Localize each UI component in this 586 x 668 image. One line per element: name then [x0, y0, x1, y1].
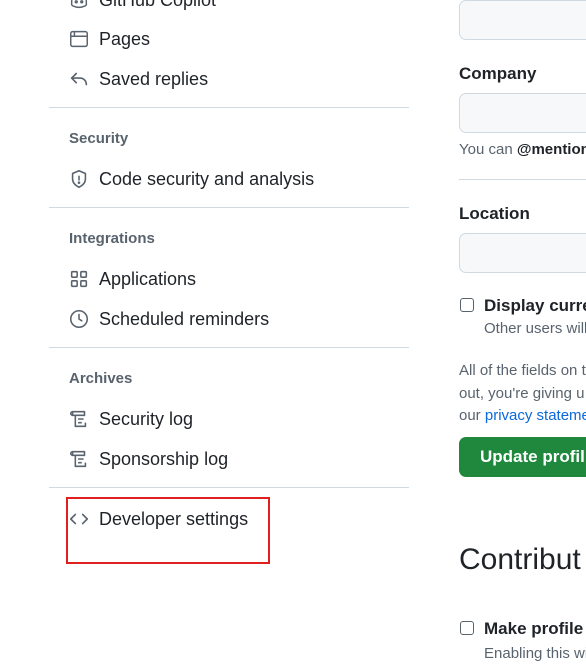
browser-icon [67, 27, 91, 51]
contributions-heading: Contribut [459, 543, 581, 576]
company-note: You can @mention [459, 141, 586, 158]
reply-icon [67, 67, 91, 91]
sidebar-item-label: Applications [99, 268, 197, 289]
sidebar-item-copilot[interactable]: GitHub Copilot [49, 0, 409, 18]
sidebar-item-label: GitHub Copilot [99, 0, 216, 11]
sidebar-divider [49, 207, 409, 208]
company-label: Company [459, 64, 537, 83]
privacy-statement-link[interactable]: privacy stateme [485, 407, 586, 424]
make-profile-private-checkbox[interactable] [460, 621, 474, 635]
settings-sidebar: GitHub Copilot Pages Saved replies Secur… [49, 0, 409, 668]
update-profile-button[interactable]: Update profil [459, 437, 586, 477]
copilot-icon [67, 0, 91, 12]
sidebar-item-code-security[interactable]: Code security and analysis [49, 161, 409, 197]
sidebar-divider [49, 107, 409, 108]
sidebar-item-pages[interactable]: Pages [49, 21, 409, 57]
display-time-label: Display curre [484, 296, 586, 315]
sidebar-item-label: Security log [99, 408, 194, 429]
display-time-checkbox[interactable] [460, 298, 474, 312]
sidebar-item-label: Sponsorship log [99, 448, 229, 469]
privacy-paragraph: All of the fields on t out, you're givin… [459, 360, 586, 428]
make-profile-label: Make profile [484, 619, 584, 638]
make-profile-note: Enabling this wi [484, 645, 586, 662]
sidebar-item-applications[interactable]: Applications [49, 261, 409, 297]
sidebar-divider [49, 347, 409, 348]
location-input[interactable] [459, 233, 586, 273]
section-title-archives: Archives [69, 370, 133, 387]
name-input[interactable] [459, 0, 586, 40]
sidebar-item-security-log[interactable]: Security log [49, 401, 409, 437]
section-title-integrations: Integrations [69, 230, 155, 247]
log-icon [67, 407, 91, 431]
log-icon [67, 447, 91, 471]
section-title-security: Security [69, 130, 129, 147]
company-input[interactable] [459, 93, 586, 133]
sidebar-item-scheduled-reminders[interactable]: Scheduled reminders [49, 301, 409, 337]
display-time-note: Other users will [484, 320, 586, 337]
sidebar-item-label: Scheduled reminders [99, 308, 270, 329]
form-divider [459, 179, 586, 180]
sidebar-item-label: Saved replies [99, 68, 209, 89]
sidebar-divider [49, 487, 409, 488]
sidebar-item-label: Pages [99, 28, 151, 49]
apps-icon [67, 267, 91, 291]
shield-icon [67, 167, 91, 191]
profile-form: Company You can @mention Location Displa… [459, 0, 586, 668]
location-label: Location [459, 204, 530, 223]
sidebar-item-saved-replies[interactable]: Saved replies [49, 61, 409, 97]
sidebar-item-label: Code security and analysis [99, 168, 315, 189]
mention-text: @mention [516, 141, 586, 158]
sidebar-item-sponsorship-log[interactable]: Sponsorship log [49, 441, 409, 477]
highlight-box [66, 497, 270, 564]
clock-icon [67, 307, 91, 331]
